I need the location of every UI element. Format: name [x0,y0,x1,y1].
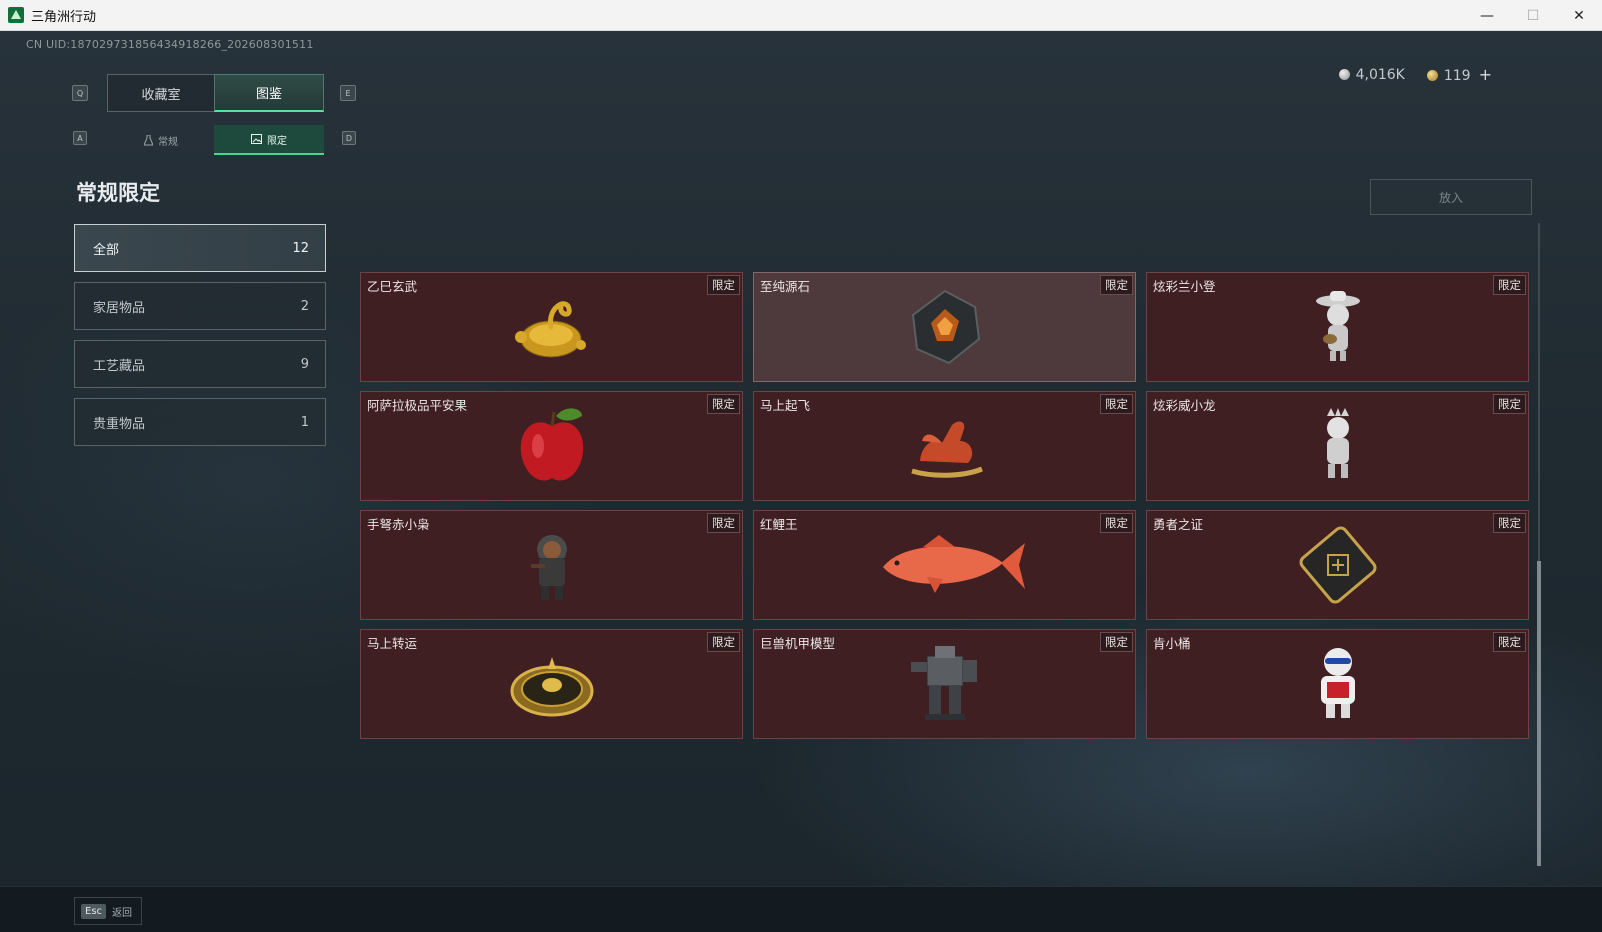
limited-tag: 限定 [707,275,740,295]
item-name: 红鲤王 [760,517,798,532]
currency-bar: 4,016K 119 + [1338,65,1492,84]
limited-tag: 限定 [1100,632,1133,652]
uid-label: CN UID:1870297318564349182​66_2026083015… [26,38,314,51]
limited-tag: 限定 [1493,275,1526,295]
sombrero-figurine-icon [1315,291,1360,361]
item-card[interactable]: 乙巳玄武 限定 [360,272,743,382]
esc-key-hint: Esc [81,903,107,919]
silver-currency: 4,016K [1338,66,1405,83]
limited-tag: 限定 [1100,513,1133,533]
item-name: 阿萨拉极品平安果 [367,398,468,413]
key-hint-e: E [340,85,356,101]
limited-tag: 限定 [1493,394,1526,414]
limited-tag: 限定 [1100,394,1133,414]
key-hint-d: D [342,131,356,145]
item-card[interactable]: 勇者之证 限定 [1146,510,1529,620]
gold-currency: 119 + [1426,65,1492,84]
category-crafts[interactable]: 工艺藏品 9 [74,340,326,388]
golden-serpent-turtle-icon [514,301,586,358]
silver-amount: 4,016K [1355,66,1405,83]
add-currency-button[interactable]: + [1479,65,1492,84]
colonel-figurine-icon [1320,648,1355,718]
badge-card-icon [1299,526,1376,604]
subtab-regular-label: 常规 [158,136,178,148]
bottom-bar: Esc 返回 [0,886,1602,932]
category-label: 工艺藏品 [93,358,146,374]
flask-icon [144,134,153,145]
item-card[interactable]: 肯小桶 限定 [1146,629,1529,739]
category-label: 家居物品 [93,300,146,316]
subtab-limited[interactable]: 限定 [214,125,324,155]
item-name: 马上起飞 [760,398,811,413]
tab-collection-room[interactable]: 收藏室 [107,74,214,112]
mech-model-icon [910,646,977,720]
window-titlebar: 三角洲行动 — ☐ ✕ [0,0,1602,31]
subtab-limited-label: 限定 [267,135,287,147]
limited-tag: 限定 [1493,632,1526,652]
item-name: 炫彩威小龙 [1153,398,1216,413]
item-name: 手弩赤小枭 [367,517,430,532]
item-card[interactable]: 红鲤王 限定 [753,510,1136,620]
limited-tag: 限定 [707,394,740,414]
category-count: 12 [292,240,309,256]
category-valuables[interactable]: 贵重物品 1 [74,398,326,446]
silver-coin-icon [1338,68,1350,80]
item-name: 马上转运 [367,636,418,651]
category-home-items[interactable]: 家居物品 2 [74,282,326,330]
category-label: 全部 [93,242,120,258]
item-card[interactable]: 马上转运 限定 [360,629,743,739]
item-card[interactable]: 至纯源石 限定 [753,272,1136,382]
section-title: 常规限定 [76,181,160,205]
key-hint-q: Q [72,85,88,101]
gold-amount: 119 [1443,68,1471,84]
back-button[interactable]: Esc 返回 [74,897,142,925]
window-title: 三角洲行动 [31,9,97,25]
window-controls: — ☐ ✕ [1464,0,1602,31]
red-apple-icon [520,408,583,481]
limited-tag: 限定 [707,513,740,533]
item-name: 炫彩兰小登 [1153,279,1216,294]
item-card[interactable]: 炫彩威小龙 限定 [1146,391,1529,501]
item-card[interactable]: 巨兽机甲模型 限定 [753,629,1136,739]
item-name: 至纯源石 [760,279,811,294]
subtab-regular[interactable]: 常规 [108,125,214,155]
item-name: 勇者之证 [1153,517,1204,532]
golden-wheel-icon [510,657,593,717]
scrollbar-thumb[interactable] [1537,561,1541,866]
red-horse-icon [910,421,983,478]
gold-coin-icon [1426,70,1438,81]
category-count: 9 [300,356,309,372]
item-name: 乙巳玄武 [367,279,418,294]
limited-tag: 限定 [707,632,740,652]
put-in-button[interactable]: 放入 [1370,179,1532,215]
maximize-button[interactable]: ☐ [1510,0,1556,31]
category-all[interactable]: 全部 12 [74,224,326,272]
item-name: 巨兽机甲模型 [760,636,836,651]
item-card[interactable]: 手弩赤小枭 限定 [360,510,743,620]
category-count: 1 [300,414,309,430]
key-hint-a: A [73,131,87,145]
item-card[interactable]: 马上起飞 限定 [753,391,1136,501]
item-card[interactable]: 阿萨拉极品平安果 限定 [360,391,743,501]
close-button[interactable]: ✕ [1556,0,1602,31]
item-name: 肯小桶 [1153,636,1191,651]
category-count: 2 [300,298,309,314]
image-icon [251,134,262,144]
item-card[interactable]: 炫彩兰小登 限定 [1146,272,1529,382]
limited-tag: 限定 [1493,513,1526,533]
dragon-figurine-icon [1326,408,1349,478]
red-carp-icon [882,535,1025,593]
game-area: CN UID:1870297318564349182​66_2026083015… [0,31,1602,932]
back-label: 返回 [112,907,133,919]
tab-catalog[interactable]: 图鉴 [214,74,324,112]
crystal-stone-icon [911,289,980,365]
category-label: 贵重物品 [93,416,146,432]
app-logo-icon [8,7,24,23]
hooded-figurine-icon [530,535,567,600]
limited-tag: 限定 [1100,275,1133,295]
minimize-button[interactable]: — [1464,0,1510,31]
